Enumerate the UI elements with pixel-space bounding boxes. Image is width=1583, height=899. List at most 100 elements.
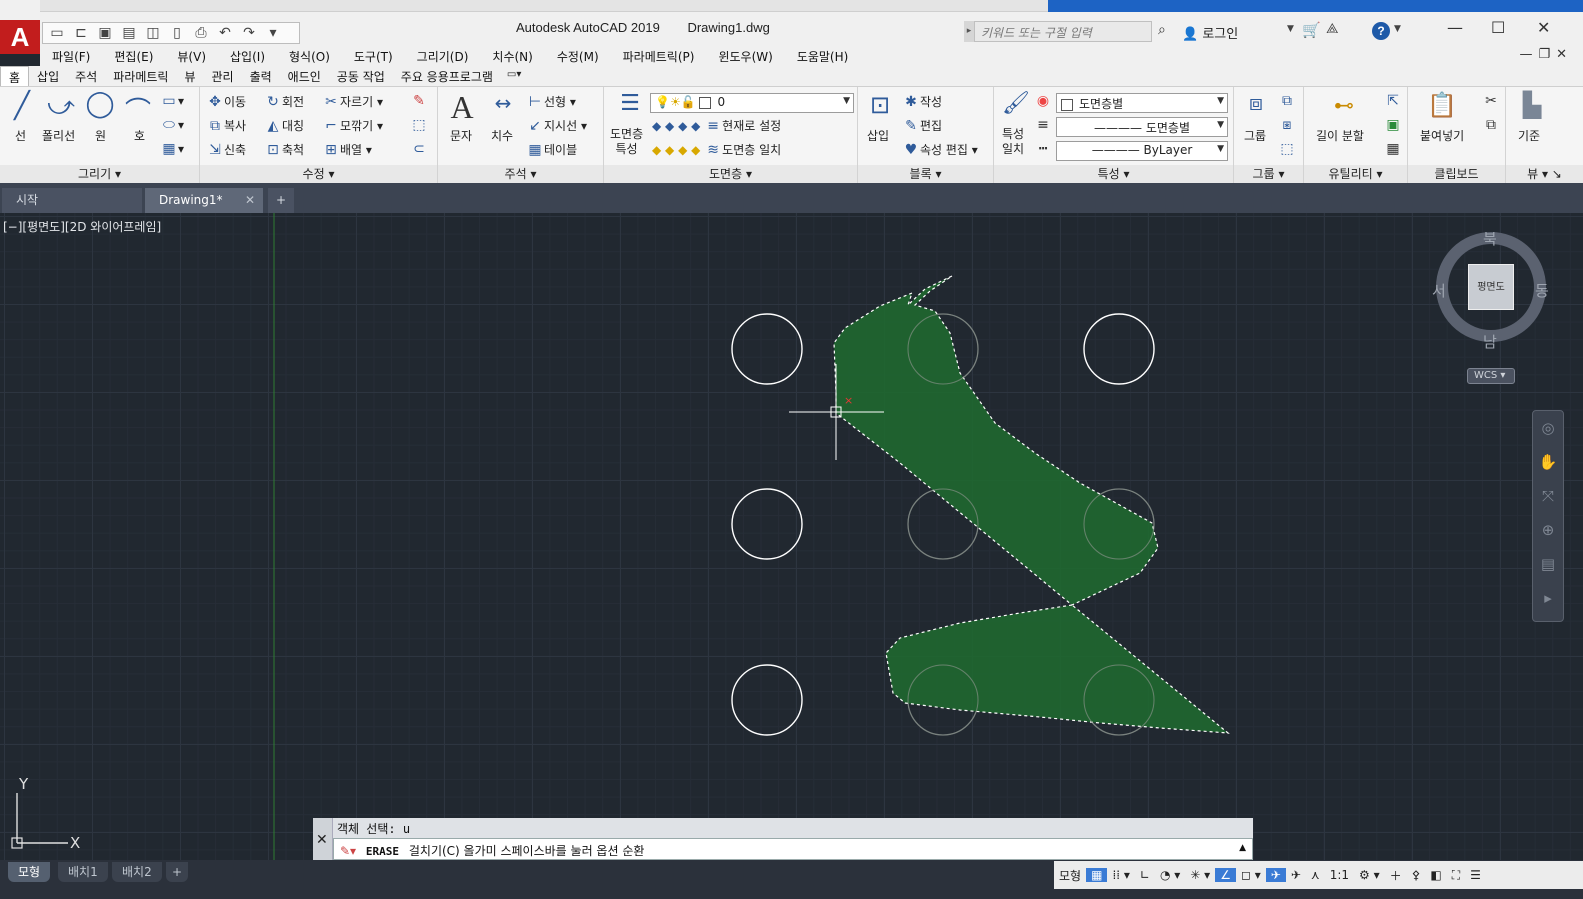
paste-button[interactable]: 붙여넣기 <box>1420 127 1464 144</box>
tab-manage[interactable]: 관리 <box>203 66 241 86</box>
tab-featured-apps[interactable]: 주요 응용프로그램 <box>393 66 501 86</box>
tab-output[interactable]: 출력 <box>242 66 280 86</box>
panel-annotation-title[interactable]: 주석 ▾ <box>438 165 603 183</box>
new-tab-button[interactable]: + <box>268 188 294 213</box>
panel-groups-title[interactable]: 그룹 ▾ <box>1234 165 1303 183</box>
cart-icon[interactable]: 🛒 <box>1302 21 1321 39</box>
insert-block-icon[interactable]: ⊡ <box>862 91 898 119</box>
close-tab-icon[interactable]: ✕ <box>245 188 255 213</box>
steering-wheel-icon[interactable]: ◎ <box>1533 411 1563 445</box>
wcs-menu[interactable]: WCS ▾ <box>1467 368 1515 384</box>
minimize-button[interactable]: — <box>1447 18 1463 37</box>
menu-window[interactable]: 윈도우(W) <box>706 46 784 66</box>
exchange-icon[interactable]: ⟁ <box>1326 21 1339 37</box>
panel-block-title[interactable]: 블록 ▾ <box>858 165 993 183</box>
open-icon[interactable]: ⊏ <box>71 25 91 41</box>
menu-view[interactable]: 뷰(V) <box>165 46 218 66</box>
attribute-edit-button[interactable]: ♥ 속성 편집 ▾ <box>902 141 978 158</box>
ungroup-icon[interactable]: ⧉ <box>1278 93 1296 109</box>
circle-button[interactable]: 원 <box>95 127 106 144</box>
web-open-icon[interactable]: ◫ <box>143 25 163 41</box>
menu-edit[interactable]: 편집(E) <box>102 46 165 66</box>
create-block-button[interactable]: ✱ 작성 <box>902 93 942 110</box>
match-properties-button[interactable]: 특성 일치 <box>1002 127 1024 157</box>
panel-layers-title[interactable]: 도면층 ▾ <box>604 165 857 183</box>
measure-icon[interactable]: ⊷ <box>1324 93 1364 117</box>
navbar-settings-icon[interactable]: ▸ <box>1533 581 1563 615</box>
panel-modify-title[interactable]: 수정 ▾ <box>200 165 437 183</box>
panel-properties-title[interactable]: 특성 ▾ <box>994 165 1233 183</box>
compass-south[interactable]: 남 <box>1483 331 1497 352</box>
close-icon[interactable]: ✕ <box>316 832 328 848</box>
grid-icon[interactable]: ▦ <box>1086 868 1108 882</box>
table-button[interactable]: ▦ 테이블 <box>526 141 577 158</box>
mobile-icon[interactable]: ▯ <box>167 25 187 41</box>
rotate-button[interactable]: ↻ 회전 <box>264 93 304 110</box>
isolate-icon[interactable]: ◧ <box>1425 868 1446 882</box>
color-dropdown[interactable]: 도면층별 ▼ <box>1056 93 1228 113</box>
annotation-scale-icon[interactable]: ⋏ <box>1306 868 1325 882</box>
new-icon[interactable]: ▭ <box>47 25 67 41</box>
layer-properties-icon[interactable]: ☰ <box>610 91 650 116</box>
annotation-visibility-icon[interactable]: ✈ <box>1265 868 1286 882</box>
insert-button[interactable]: 삽입 <box>867 127 889 144</box>
compass-west[interactable]: 서 <box>1432 280 1446 301</box>
dimension-icon[interactable]: ↔ <box>486 91 520 115</box>
panel-utilities-title[interactable]: 유틸리티 ▾ <box>1304 165 1407 183</box>
measure-button[interactable]: 길이 분할 <box>1316 127 1364 144</box>
layout-tab-1[interactable]: 배치1 <box>58 862 108 882</box>
menu-insert[interactable]: 삽입(I) <box>218 46 277 66</box>
object-snap-tracking-icon[interactable]: ∠ <box>1215 868 1236 882</box>
graphics-icon[interactable]: ⚴ <box>1407 868 1426 882</box>
pan-icon[interactable]: ✋ <box>1533 445 1563 479</box>
annotation-scale-value[interactable]: 1:1 <box>1325 868 1354 882</box>
binoculars-icon[interactable]: ⌕ <box>1158 22 1166 38</box>
menu-tools[interactable]: 도구(T) <box>342 46 405 66</box>
polyline-icon[interactable]: ⤻ <box>44 91 78 122</box>
command-history-toggle-icon[interactable]: ▲ <box>1239 843 1246 853</box>
search-expand-icon[interactable]: ▸ <box>964 21 974 42</box>
ortho-icon[interactable]: ∟ <box>1135 868 1155 882</box>
command-input[interactable]: ✎▾ ERASE 걸치기(C) 올가미 스페이스바를 눌러 옵션 순환 ▲ <box>333 838 1253 860</box>
viewcube-top-face[interactable]: 평면도 <box>1468 264 1514 310</box>
array-button[interactable]: ⊞ 배열 ▾ <box>322 141 372 158</box>
scale-button[interactable]: ⊡ 축척 <box>264 141 304 158</box>
polar-icon[interactable]: ◔ ▾ <box>1155 868 1185 882</box>
zoom-extents-icon[interactable]: ⤧ <box>1533 479 1563 513</box>
undo-icon[interactable]: ↶ <box>215 25 235 41</box>
explode-icon[interactable]: ⬚ <box>410 117 428 133</box>
trim-button[interactable]: ✂ 자르기 ▾ <box>322 93 383 110</box>
save-icon[interactable]: ▣ <box>95 25 115 41</box>
menu-format[interactable]: 형식(O) <box>277 46 342 66</box>
rectangle-icon[interactable]: ▭ ▾ <box>160 93 184 109</box>
circle-icon[interactable]: ◯ <box>84 89 116 119</box>
tab-start[interactable]: 시작 <box>2 188 142 213</box>
stretch-button[interactable]: ⇲ 신축 <box>206 141 246 158</box>
compass-north[interactable]: 북 <box>1483 228 1497 249</box>
save-as-icon[interactable]: ▤ <box>119 25 139 41</box>
model-space-button[interactable]: 모형 <box>1054 867 1086 884</box>
customize-menu-icon[interactable]: ☰ <box>1465 868 1486 882</box>
lineweight-dropdown[interactable]: ———— ByLayer ▼ <box>1056 141 1228 161</box>
fillet-button[interactable]: ⌐ 모깎기 ▾ <box>322 117 383 134</box>
tab-collaborate[interactable]: 공동 작업 <box>329 66 393 86</box>
compass-east[interactable]: 동 <box>1535 280 1549 301</box>
base-view-button[interactable]: 기준 <box>1518 127 1540 144</box>
isodraft-icon[interactable]: ✳ ▾ <box>1185 868 1215 882</box>
quick-select-icon[interactable]: ⇱ <box>1384 93 1402 109</box>
circle-r1c3[interactable] <box>1083 313 1155 385</box>
ellipse-icon[interactable]: ⬭ ▾ <box>160 117 184 133</box>
chevron-down-icon[interactable]: ▼ <box>1394 24 1401 34</box>
login-button[interactable]: 👤 로그인 <box>1182 23 1238 42</box>
paste-icon[interactable]: 📋 <box>1422 91 1462 119</box>
tab-addins[interactable]: 애드인 <box>280 66 329 86</box>
cut-icon[interactable]: ✂ <box>1482 93 1500 109</box>
text-icon[interactable]: A <box>446 89 478 126</box>
layer-properties-button[interactable]: 도면층 특성 <box>610 127 643 157</box>
maximize-button[interactable]: ☐ <box>1491 18 1505 37</box>
showmotion-icon[interactable]: ▤ <box>1533 547 1563 581</box>
menu-modify[interactable]: 수정(M) <box>545 46 611 66</box>
erase-icon[interactable]: ✎ <box>410 93 428 109</box>
layer-dropdown[interactable]: 💡☀🔓 0 ▼ <box>650 93 854 113</box>
search-input[interactable]: 키워드 또는 구절 입력 <box>974 21 1152 42</box>
